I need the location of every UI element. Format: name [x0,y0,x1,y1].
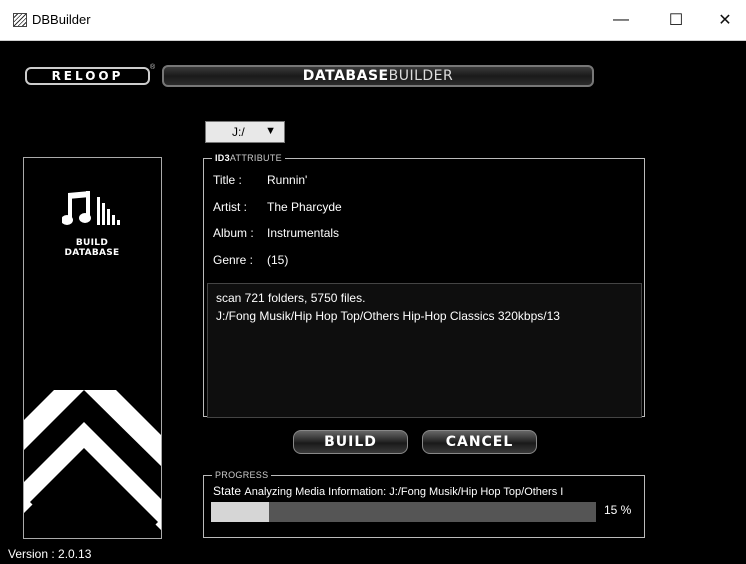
attr-value: Instrumentals [267,226,340,240]
app-window: DBBuilder — ☐ ✕ RELOOP ® DATABASEBUILDER [0,0,746,564]
state-line: State Analyzing Media Information: J:/Fo… [213,484,638,498]
attr-value: Runnin' [267,173,308,187]
attr-label: Album : [213,226,254,240]
music-notes-icon [61,191,120,225]
close-button[interactable]: ✕ [705,6,745,34]
dropdown-arrow-icon: ▼ [265,125,276,137]
build-label-line1: BUILD [75,238,109,248]
drive-select-value: J:/ [232,125,245,139]
id3-legend-rest: ATTRIBUTE [229,153,282,163]
build-button[interactable]: BUILD [293,430,408,454]
main-content: RELOOP ® DATABASEBUILDER BUILD DATABASE … [0,41,746,564]
scan-log[interactable]: scan 721 folders, 5750 files. J:/Fong Mu… [207,283,642,418]
side-panel: BUILD DATABASE [23,157,162,539]
window-title: DBBuilder [32,12,91,27]
log-line: J:/Fong Musik/Hip Hop Top/Others Hip-Hop… [216,309,560,323]
decorative-stripes-graphic [24,390,161,538]
banner-title-light: BUILDER [388,68,454,84]
reloop-logo: RELOOP [25,67,150,85]
version-label: Version : 2.0.13 [8,547,92,561]
logo-text: RELOOP [51,69,124,83]
progress-bar [211,502,596,522]
id3-attribute-legend: ID3ATTRIBUTE [212,153,285,163]
attr-value: (15) [267,253,289,267]
cancel-button[interactable]: CANCEL [422,430,537,454]
log-line: scan 721 folders, 5750 files. [216,291,366,305]
build-label-line2: DATABASE [64,248,120,258]
progress-legend: PROGRESS [212,470,272,480]
progress-panel: PROGRESS State Analyzing Media Informati… [203,470,645,538]
build-database-label: BUILD DATABASE [57,238,127,258]
progress-bar-fill [211,502,269,522]
attr-value: The Pharcyde [267,200,342,214]
state-value: Analyzing Media Information: J:/Fong Mus… [244,486,564,498]
drive-select[interactable]: J:/ ▼ [205,121,285,143]
attr-label: Title : [213,173,242,187]
logo-registered-mark: ® [150,64,156,71]
banner-title-bold: DATABASE [302,68,389,84]
banner-title: DATABASEBUILDER [303,68,453,84]
app-icon [13,13,27,27]
state-label: State [213,484,242,498]
minimize-button[interactable]: — [601,6,641,34]
progress-percent: 15 % [604,503,632,517]
attr-label: Artist : [213,200,248,214]
title-banner: DATABASEBUILDER [162,65,594,87]
maximize-button[interactable]: ☐ [656,6,696,34]
build-database-button[interactable]: BUILD DATABASE [57,189,127,258]
id3-attribute-panel: ID3ATTRIBUTE Title : Runnin' Artist : Th… [203,153,645,418]
id3-legend-bold: ID3 [215,153,230,163]
title-bar[interactable]: DBBuilder — ☐ ✕ [0,0,746,41]
attr-label: Genre : [213,253,254,267]
